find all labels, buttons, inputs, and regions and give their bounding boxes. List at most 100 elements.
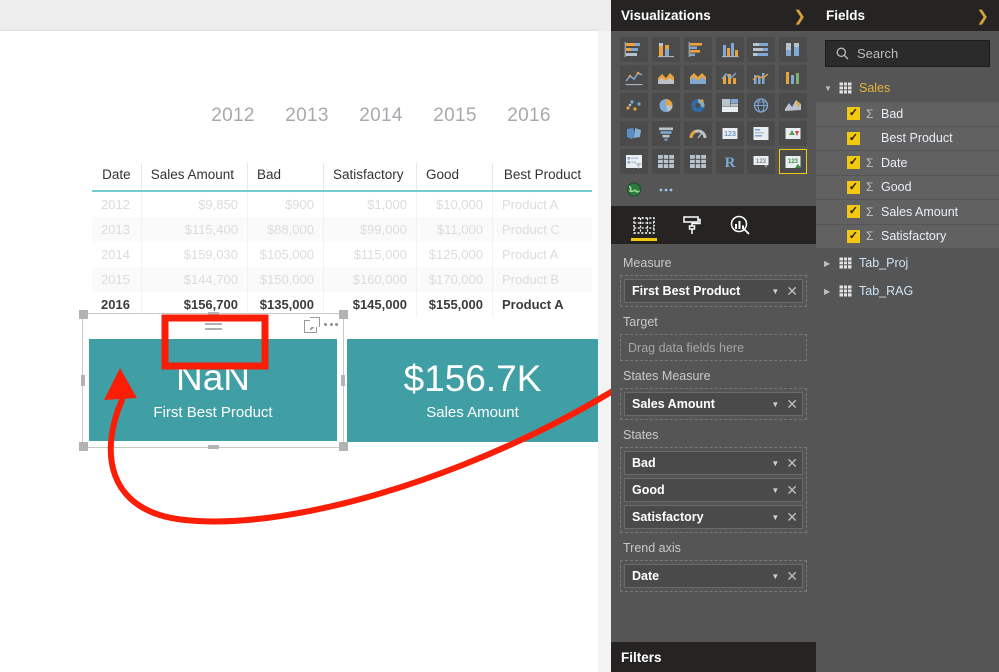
more-options-icon[interactable] xyxy=(324,323,338,330)
matrix-icon[interactable] xyxy=(683,149,712,174)
field-checkbox[interactable]: ✓ xyxy=(847,229,860,243)
chevron-down-icon[interactable]: ▼ xyxy=(771,459,779,468)
field-row[interactable]: ✓ Σ Sales Amount xyxy=(816,200,999,225)
matrix-column-header[interactable]: Satisfactory xyxy=(323,163,417,192)
100-percent-stacked-bar-chart-icon[interactable] xyxy=(747,37,776,62)
map-icon[interactable] xyxy=(747,93,776,118)
stacked-bar-chart-icon[interactable] xyxy=(620,37,648,62)
well-dropzone-states-measure[interactable]: Sales Amount ▼ ✕ xyxy=(620,388,807,420)
treemap-icon[interactable] xyxy=(715,93,744,118)
remove-field-icon[interactable]: ✕ xyxy=(786,284,798,298)
chevron-down-icon[interactable]: ▼ xyxy=(771,400,779,409)
chevron-right-icon[interactable]: ❯ xyxy=(793,7,806,25)
field-checkbox[interactable]: ✓ xyxy=(847,180,860,194)
resize-handle-nw[interactable] xyxy=(79,310,88,319)
well-dropzone-measure[interactable]: First Best Product ▼ ✕ xyxy=(620,275,807,307)
more-visuals-ellipsis-icon[interactable] xyxy=(652,177,680,202)
resize-handle-ne[interactable] xyxy=(339,310,348,319)
remove-field-icon[interactable]: ✕ xyxy=(786,397,798,411)
clustered-column-chart-icon[interactable] xyxy=(715,37,744,62)
filters-pane-header[interactable]: Filters xyxy=(611,642,816,672)
line-and-clustered-column-chart-icon[interactable] xyxy=(747,65,776,90)
remove-field-icon[interactable]: ✕ xyxy=(786,483,798,497)
focus-mode-icon[interactable] xyxy=(304,317,320,333)
r-script-visual-icon[interactable]: R xyxy=(715,149,744,174)
ribbon-chart-icon[interactable] xyxy=(779,65,808,90)
resize-handle-w[interactable] xyxy=(81,375,85,386)
well-dropzone-trend-axis[interactable]: Date ▼ ✕ xyxy=(620,560,807,592)
matrix-column-header[interactable]: Sales Amount xyxy=(141,163,248,192)
matrix-visual[interactable]: Date Sales Amount Bad Satisfactory Good Best … xyxy=(92,163,592,317)
chevron-down-icon[interactable]: ▼ xyxy=(771,572,779,581)
fields-tab[interactable] xyxy=(629,208,659,242)
donut-chart-icon[interactable] xyxy=(683,93,712,118)
remove-field-icon[interactable]: ✕ xyxy=(786,456,798,470)
format-tab[interactable] xyxy=(677,208,707,242)
filled-map-icon[interactable] xyxy=(779,93,808,118)
resize-handle-se[interactable] xyxy=(339,442,348,451)
well-dropzone-states[interactable]: Bad ▼ ✕ Good ▼ ✕ Satisfactory ▼ ✕ xyxy=(620,447,807,533)
line-chart-icon[interactable] xyxy=(620,65,648,90)
remove-field-icon[interactable]: ✕ xyxy=(786,510,798,524)
table-icon[interactable] xyxy=(651,149,680,174)
well-chip[interactable]: Good ▼ ✕ xyxy=(624,478,803,502)
matrix-column-header[interactable]: Bad xyxy=(247,163,325,192)
well-chip[interactable]: Date ▼ ✕ xyxy=(624,564,803,588)
well-dropzone-target[interactable]: Drag data fields here xyxy=(620,334,807,361)
well-chip[interactable]: Sales Amount ▼ ✕ xyxy=(624,392,803,416)
visualization-type-gallery[interactable]: 123 R 123 123 xyxy=(611,31,816,206)
stacked-area-chart-icon[interactable] xyxy=(683,65,712,90)
search-input[interactable]: Search xyxy=(825,40,990,67)
field-checkbox[interactable]: ✓ xyxy=(847,107,860,121)
clustered-bar-chart-icon[interactable] xyxy=(683,37,712,62)
chevron-right-icon[interactable]: ▶ xyxy=(824,259,832,268)
card-icon[interactable]: 123 xyxy=(715,121,744,146)
field-row[interactable]: ✓ Σ Satisfactory xyxy=(816,224,999,249)
resize-handle-e[interactable] xyxy=(341,375,345,386)
field-row[interactable]: ✓ Σ Bad xyxy=(816,102,999,127)
matrix-column-header[interactable]: Date xyxy=(92,163,142,192)
fields-table-tab_proj[interactable]: ▶ Tab_Proj xyxy=(816,249,999,277)
area-chart-icon[interactable] xyxy=(651,65,680,90)
shape-map-icon[interactable] xyxy=(620,121,648,146)
chevron-down-icon[interactable]: ▼ xyxy=(771,486,779,495)
report-page[interactable]: 2012 2013 2014 2015 2016 Date Sales Amount Bad… xyxy=(0,31,598,672)
matrix-column-header[interactable]: Best Product xyxy=(492,163,592,192)
slicer-icon[interactable] xyxy=(620,149,648,174)
field-checkbox[interactable]: ✓ xyxy=(847,156,860,170)
well-chip[interactable]: Bad ▼ ✕ xyxy=(624,451,803,475)
arcgis-map-icon[interactable] xyxy=(620,177,648,202)
field-checkbox[interactable]: ✓ xyxy=(847,205,860,219)
chevron-down-icon[interactable]: ▼ xyxy=(771,513,779,522)
kpi-visual-sales-amount[interactable]: $156.7K Sales Amount xyxy=(347,339,598,442)
gauge-icon[interactable] xyxy=(683,121,712,146)
chevron-right-icon[interactable]: ❯ xyxy=(976,7,989,25)
remove-field-icon[interactable]: ✕ xyxy=(786,569,798,583)
key-influencers-icon[interactable]: 123 xyxy=(747,149,776,174)
chevron-down-icon[interactable]: ▼ xyxy=(771,287,779,296)
funnel-icon[interactable] xyxy=(651,121,680,146)
field-row[interactable]: ✓ Σ Date xyxy=(816,151,999,176)
fields-table-tab_rag[interactable]: ▶ Tab_RAG xyxy=(816,277,999,305)
stacked-column-chart-icon[interactable] xyxy=(651,37,680,62)
canvas-scrollbar[interactable] xyxy=(598,31,611,672)
kpi-visual-first-best-product[interactable]: NaN First Best Product xyxy=(82,313,344,448)
field-row[interactable]: ✓ΣBest Product xyxy=(816,126,999,151)
well-chip[interactable]: Satisfactory ▼ ✕ xyxy=(624,505,803,529)
matrix-column-header[interactable]: Good xyxy=(416,163,493,192)
pie-chart-icon[interactable] xyxy=(651,93,680,118)
matrix-row[interactable]: 2014 $159,030 $105,000 $115,000 $125,000 Prod… xyxy=(92,242,592,267)
kpi-icon[interactable]: 123 xyxy=(779,149,808,174)
fields-table-sales[interactable]: ▼ Sales xyxy=(816,74,999,102)
field-row[interactable]: ✓ Σ Good xyxy=(816,175,999,200)
resize-handle-s[interactable] xyxy=(208,445,219,449)
matrix-row[interactable]: 2013 $115,400 $88,000 $99,000 $11,000 Product… xyxy=(92,217,592,242)
chevron-down-icon[interactable]: ▼ xyxy=(824,84,832,93)
analytics-tab[interactable] xyxy=(725,208,755,242)
kpi-arrows-icon[interactable] xyxy=(779,121,808,146)
field-checkbox[interactable]: ✓ xyxy=(847,131,860,145)
chevron-right-icon[interactable]: ▶ xyxy=(824,287,832,296)
matrix-row[interactable]: 2012 $9,850 $900 $1,000 $10,000 Product A xyxy=(92,191,592,217)
line-and-stacked-column-chart-icon[interactable] xyxy=(715,65,744,90)
resize-handle-sw[interactable] xyxy=(79,442,88,451)
